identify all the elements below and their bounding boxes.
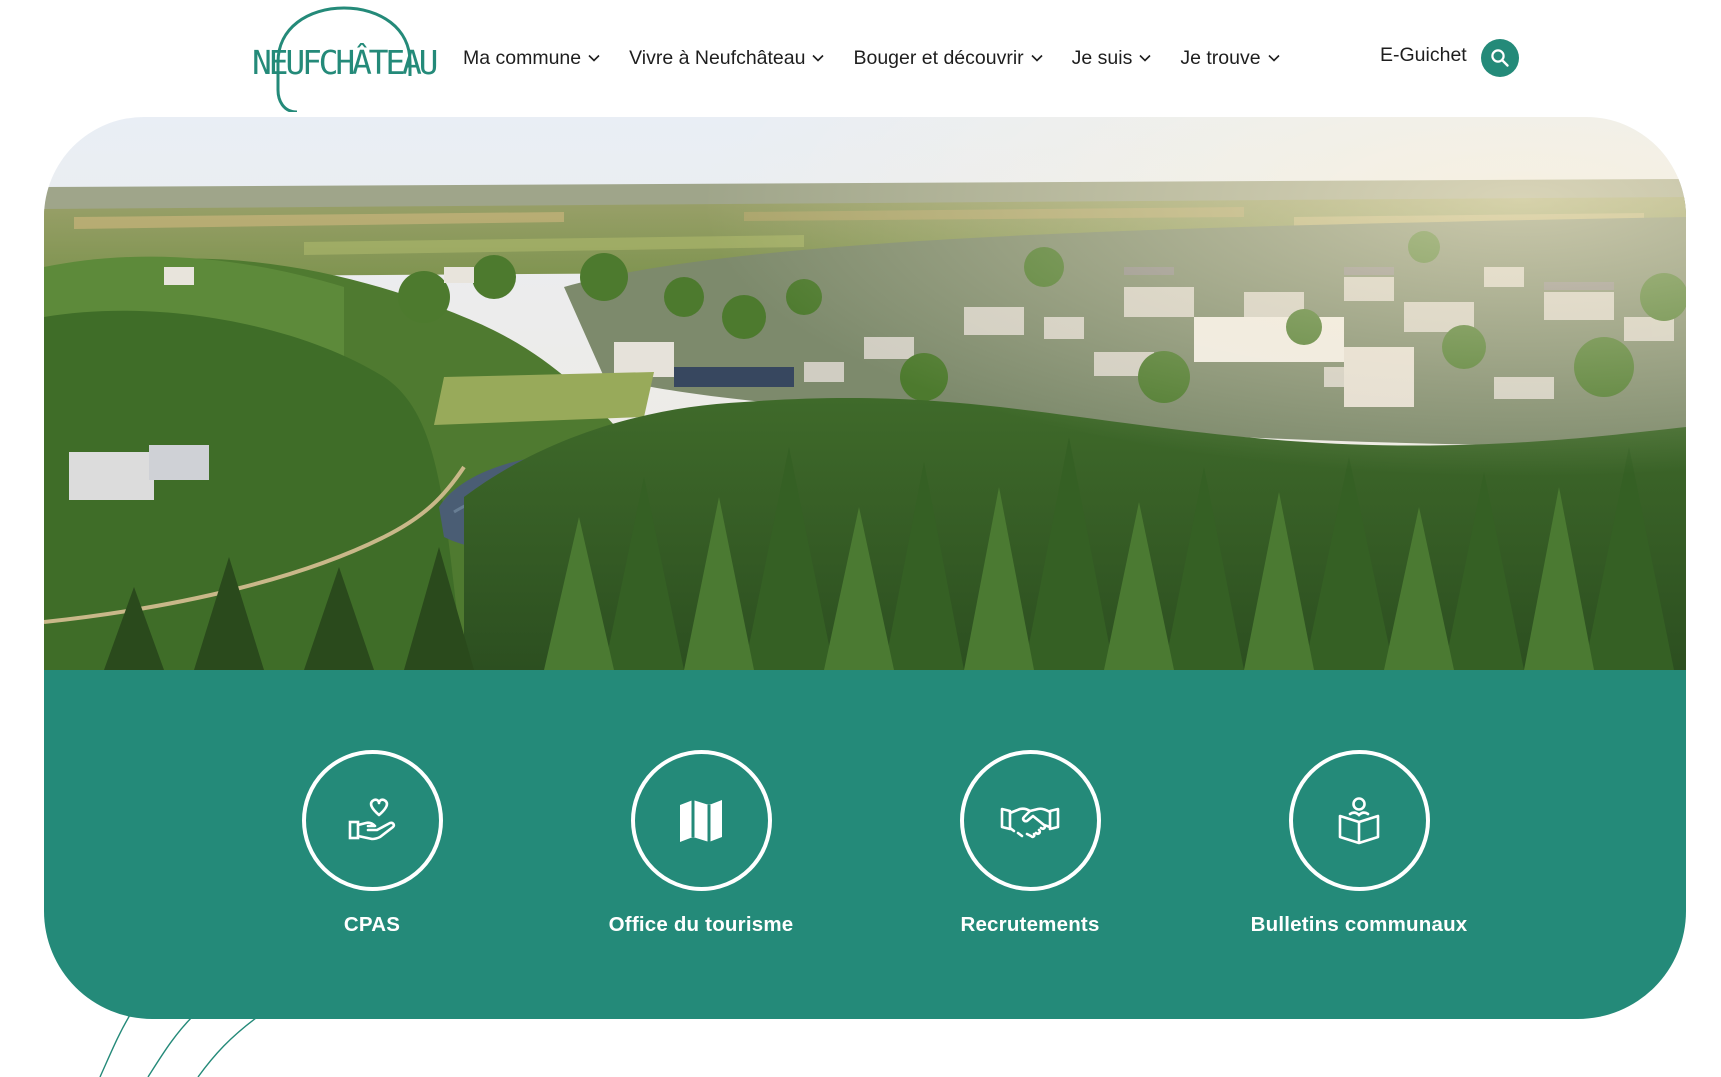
handshake-icon (1000, 806, 1060, 838)
nav-label: Vivre à Neufchâteau (629, 46, 806, 69)
quick-link-recrutements[interactable]: Recrutements (900, 750, 1160, 937)
nav-ma-commune[interactable]: Ma commune (463, 47, 600, 70)
chevron-down-icon (812, 54, 825, 62)
chevron-down-icon (1031, 54, 1043, 62)
nav-je-trouve[interactable]: Je trouve (1180, 46, 1280, 70)
map-icon (680, 799, 722, 842)
chevron-down-icon (1268, 54, 1280, 62)
quick-link-cpas[interactable]: CPAS (242, 750, 502, 937)
nav-label: Je suis (1071, 46, 1133, 69)
quick-link-label: CPAS (343, 913, 401, 936)
quick-link-bulletins[interactable]: Bulletins communaux (1229, 750, 1489, 937)
quick-link-label: Recrutements (960, 913, 1100, 936)
hand-heart-icon (348, 797, 396, 840)
hero-landscape-image (44, 117, 1686, 670)
nav-vivre[interactable]: Vivre à Neufchâteau (629, 46, 825, 70)
quick-link-circle (630, 750, 772, 891)
decorative-lines (99, 1015, 261, 1077)
quick-link-label: Bulletins communaux (1250, 913, 1468, 936)
nav-je-suis[interactable]: Je suis (1072, 47, 1152, 70)
hero-section: CPAS Office du tourisme Recrutements Bul… (44, 117, 1686, 1019)
quick-link-circle (959, 750, 1101, 891)
quick-link-circle (1288, 750, 1430, 891)
eguichet-link[interactable]: E-Guichet (1380, 44, 1467, 67)
search-button[interactable] (1481, 39, 1519, 77)
main-nav: Ma commune Vivre à Neufchâteau Bouger et… (463, 40, 1280, 76)
site-header: NEUFCHÂTEAU Ma commune Vivre à Neufchâte… (0, 0, 1721, 116)
reading-book-icon (1338, 796, 1380, 844)
logo[interactable]: NEUFCHÂTEAU (250, 4, 440, 114)
quick-link-office-tourisme[interactable]: Office du tourisme (571, 750, 831, 937)
logo-mark: NEUFCHÂTEAU (252, 6, 440, 114)
chevron-down-icon (1139, 54, 1151, 62)
chevron-down-icon (588, 54, 600, 62)
quick-link-label: Office du tourisme (608, 913, 794, 936)
nav-bouger[interactable]: Bouger et découvrir (853, 46, 1043, 70)
nav-label: Ma commune (463, 46, 582, 69)
quick-links-panel: CPAS Office du tourisme Recrutements Bul… (44, 670, 1686, 1019)
nav-label: Je trouve (1180, 46, 1261, 69)
logo-text: NEUFCHÂTEAU (252, 42, 437, 82)
search-icon (1491, 49, 1509, 67)
quick-link-circle (301, 750, 443, 891)
nav-label: Bouger et découvrir (853, 46, 1024, 69)
